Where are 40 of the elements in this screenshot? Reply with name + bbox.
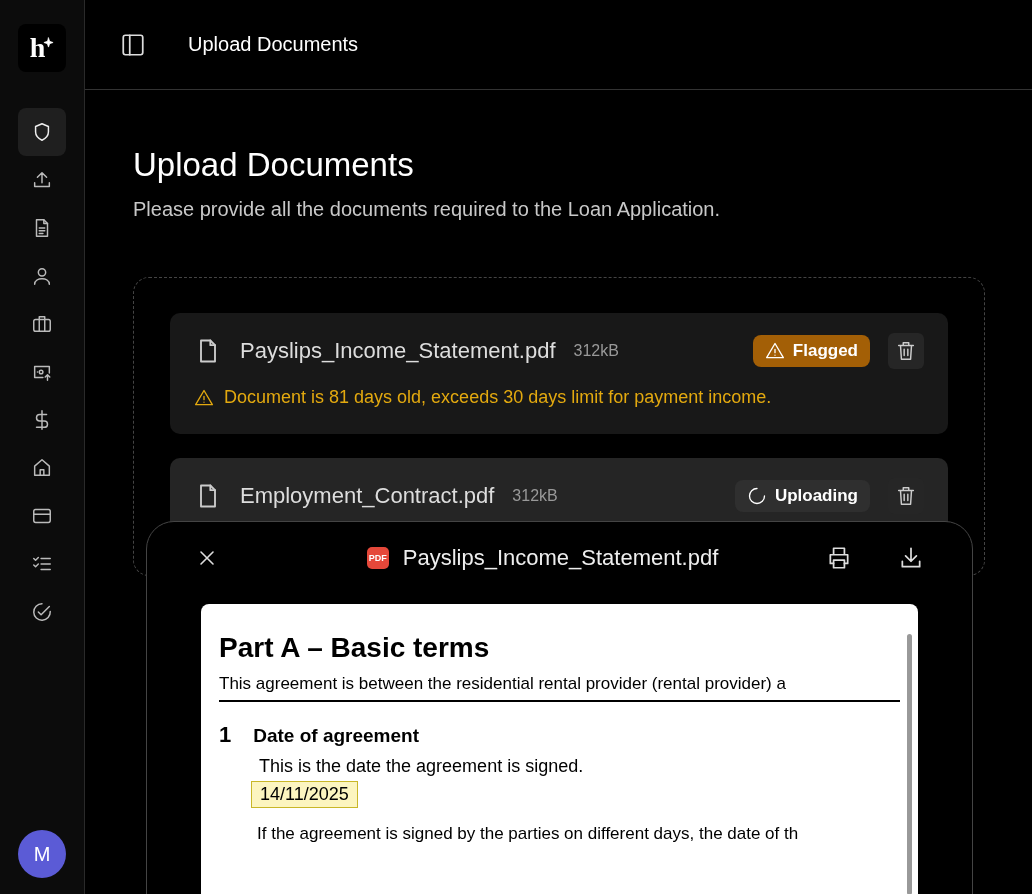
download-icon — [898, 545, 924, 571]
document-paragraph: If the agreement is signed by the parties on different days, the date of th — [257, 824, 800, 844]
header-title: Upload Documents — [188, 33, 359, 56]
scrollbar[interactable] — [907, 634, 912, 894]
briefcase-icon — [31, 313, 53, 335]
status-badge: Uploading — [734, 480, 870, 512]
user-icon — [31, 265, 53, 287]
user-avatar[interactable]: M — [18, 830, 66, 878]
check-circle-icon — [31, 601, 53, 623]
file-name: Payslips_Income_Statement.pdf — [240, 338, 556, 364]
status-badge: Flagged — [752, 335, 870, 367]
pdf-badge: PDF — [366, 547, 389, 569]
nav-item[interactable] — [18, 108, 66, 156]
logo[interactable]: h — [18, 24, 66, 72]
warning-icon — [764, 341, 785, 361]
sidebar-toggle-icon — [120, 31, 146, 58]
home-icon — [31, 457, 53, 479]
print-button[interactable] — [826, 545, 852, 571]
page-title: Upload Documents — [133, 146, 415, 184]
sparkle-icon — [43, 36, 55, 48]
date-field[interactable]: 14/11/2025 — [251, 781, 358, 808]
document-heading: Part A – Basic terms — [219, 632, 491, 664]
file-size: 312kB — [512, 487, 558, 505]
viewer-filename: Payslips_Income_Statement.pdf — [402, 545, 719, 571]
page-subtitle: Please provide all the documents required to the Loan Application. — [133, 198, 722, 221]
spinner-icon — [746, 486, 767, 506]
file-name: Employment_Contract.pdf — [240, 483, 495, 509]
section-text: This is the date the agreement is signed. — [259, 756, 585, 777]
warning-message: Document is 81 days old, exceeds 30 days limit for payment income. — [224, 387, 772, 408]
delete-button[interactable] — [888, 333, 924, 369]
trash-icon — [895, 340, 917, 362]
section-title: Date of agreement — [253, 725, 420, 747]
sidebar-toggle-button[interactable] — [120, 31, 146, 58]
printer-icon — [826, 545, 852, 571]
file-size: 312kB — [573, 342, 619, 360]
warning-icon — [194, 387, 214, 408]
trash-icon — [895, 485, 917, 507]
section-number: 1 — [219, 722, 232, 748]
document-intro: This agreement is between the residential rental provider (rental provider) a — [219, 664, 900, 702]
download-button[interactable] — [898, 545, 924, 571]
